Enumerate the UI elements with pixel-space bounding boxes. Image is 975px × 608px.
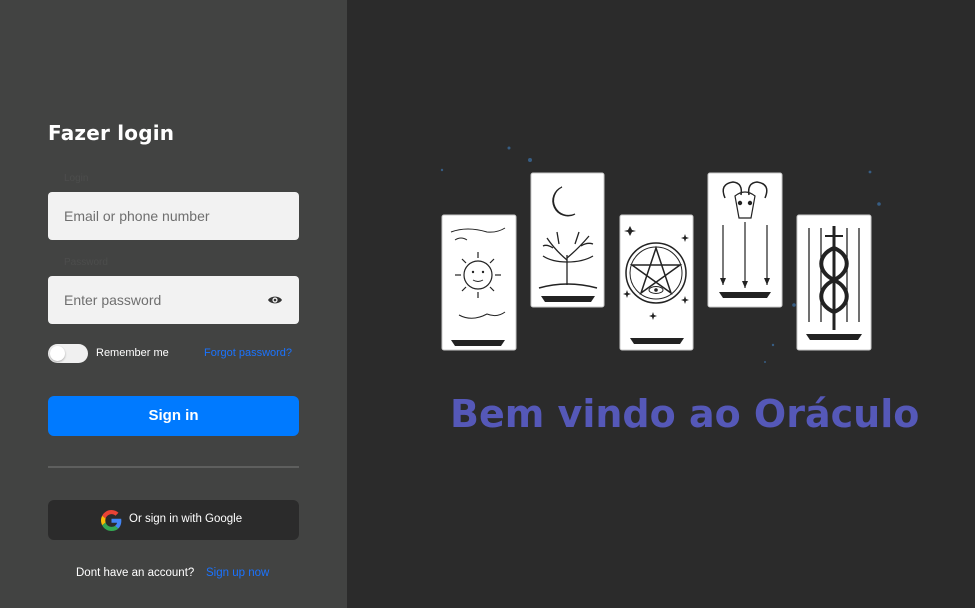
password-field[interactable]: Enter password (48, 276, 299, 324)
remember-label: Remember me (96, 347, 169, 359)
divider (48, 466, 299, 468)
login-label: Login (64, 173, 89, 184)
login-panel: Fazer login Login Email or phone number … (0, 0, 347, 608)
google-label: Or sign in with Google (129, 513, 243, 525)
welcome-heading: Bem vindo ao Oráculo (450, 392, 920, 436)
hero-panel: Bem vindo ao Oráculo (347, 0, 975, 608)
sword-snake-card (796, 214, 872, 351)
toggle-knob (50, 346, 65, 361)
sign-up-link[interactable]: Sign up now (206, 567, 269, 579)
moon-tree-card (530, 172, 605, 308)
email-field[interactable]: Email or phone number (48, 192, 299, 240)
email-placeholder: Email or phone number (64, 208, 210, 224)
pentacle-card (619, 214, 694, 351)
sun-card (441, 214, 517, 351)
no-account-text: Dont have an account? (76, 567, 195, 579)
sign-in-button[interactable]: Sign in (48, 396, 299, 436)
password-label: Password (64, 257, 108, 268)
forgot-password-link[interactable]: Forgot password? (204, 347, 292, 359)
page-title: Fazer login (48, 121, 175, 145)
remember-toggle[interactable] (48, 344, 88, 363)
google-icon (101, 510, 122, 531)
eye-icon[interactable] (267, 293, 283, 307)
tarot-cards-illustration (440, 146, 881, 363)
google-sign-in-button[interactable]: Or sign in with Google (48, 500, 299, 540)
password-placeholder: Enter password (64, 292, 162, 308)
ram-skull-card (707, 172, 783, 308)
